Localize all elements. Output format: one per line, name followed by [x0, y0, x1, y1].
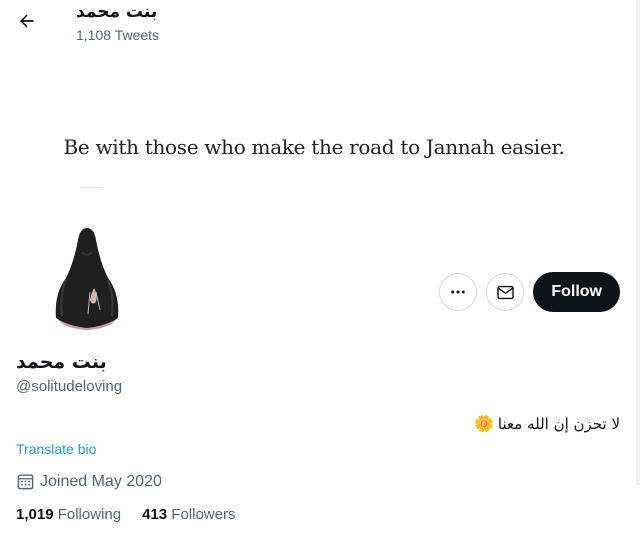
arrow-left-icon [20, 14, 34, 28]
profile-bio: لا تحزن إن الله معنا 🌼 [474, 414, 620, 433]
following-count: 1,019 [16, 506, 54, 523]
followers-link[interactable]: 413 Followers [142, 506, 235, 523]
back-button[interactable] [12, 6, 42, 36]
followers-count: 413 [142, 506, 168, 523]
following-link[interactable]: 1,019 Following [16, 506, 121, 523]
flower-icon: 🌼 [474, 414, 494, 433]
profile-header: بنت محمد 1,108 Tweets [0, 0, 640, 48]
bio-text: لا تحزن إن الله معنا [497, 414, 620, 433]
scrollbar-track[interactable] [636, 0, 640, 485]
header-name: بنت محمد [76, 2, 158, 22]
more-icon [451, 290, 466, 294]
calendar-icon [17, 474, 34, 490]
join-date-text: Joined May 2020 [40, 472, 162, 490]
banner-quote: Be with those who make the road to Janna… [63, 135, 565, 159]
banner-divider [80, 187, 102, 188]
avatar[interactable] [44, 222, 130, 334]
follow-stats: 1,019 Following 413 Followers [16, 506, 235, 523]
tweet-count: 1,108 Tweets [76, 27, 160, 43]
more-button[interactable] [439, 273, 478, 311]
follow-button[interactable]: Follow [533, 272, 620, 312]
message-button[interactable] [486, 273, 525, 311]
display-name: بنت محمد [16, 351, 107, 373]
join-date: Joined May 2020 [16, 472, 162, 491]
profile-actions: Follow [439, 272, 620, 312]
translate-bio-link[interactable]: Translate bio [16, 441, 96, 457]
user-handle: @solitudeloving [16, 378, 123, 395]
profile-banner[interactable]: Be with those who make the road to Janna… [0, 48, 640, 248]
following-label: Following [57, 506, 122, 523]
envelope-icon [497, 285, 514, 299]
avatar-image [55, 228, 119, 330]
followers-label: Followers [171, 506, 236, 523]
